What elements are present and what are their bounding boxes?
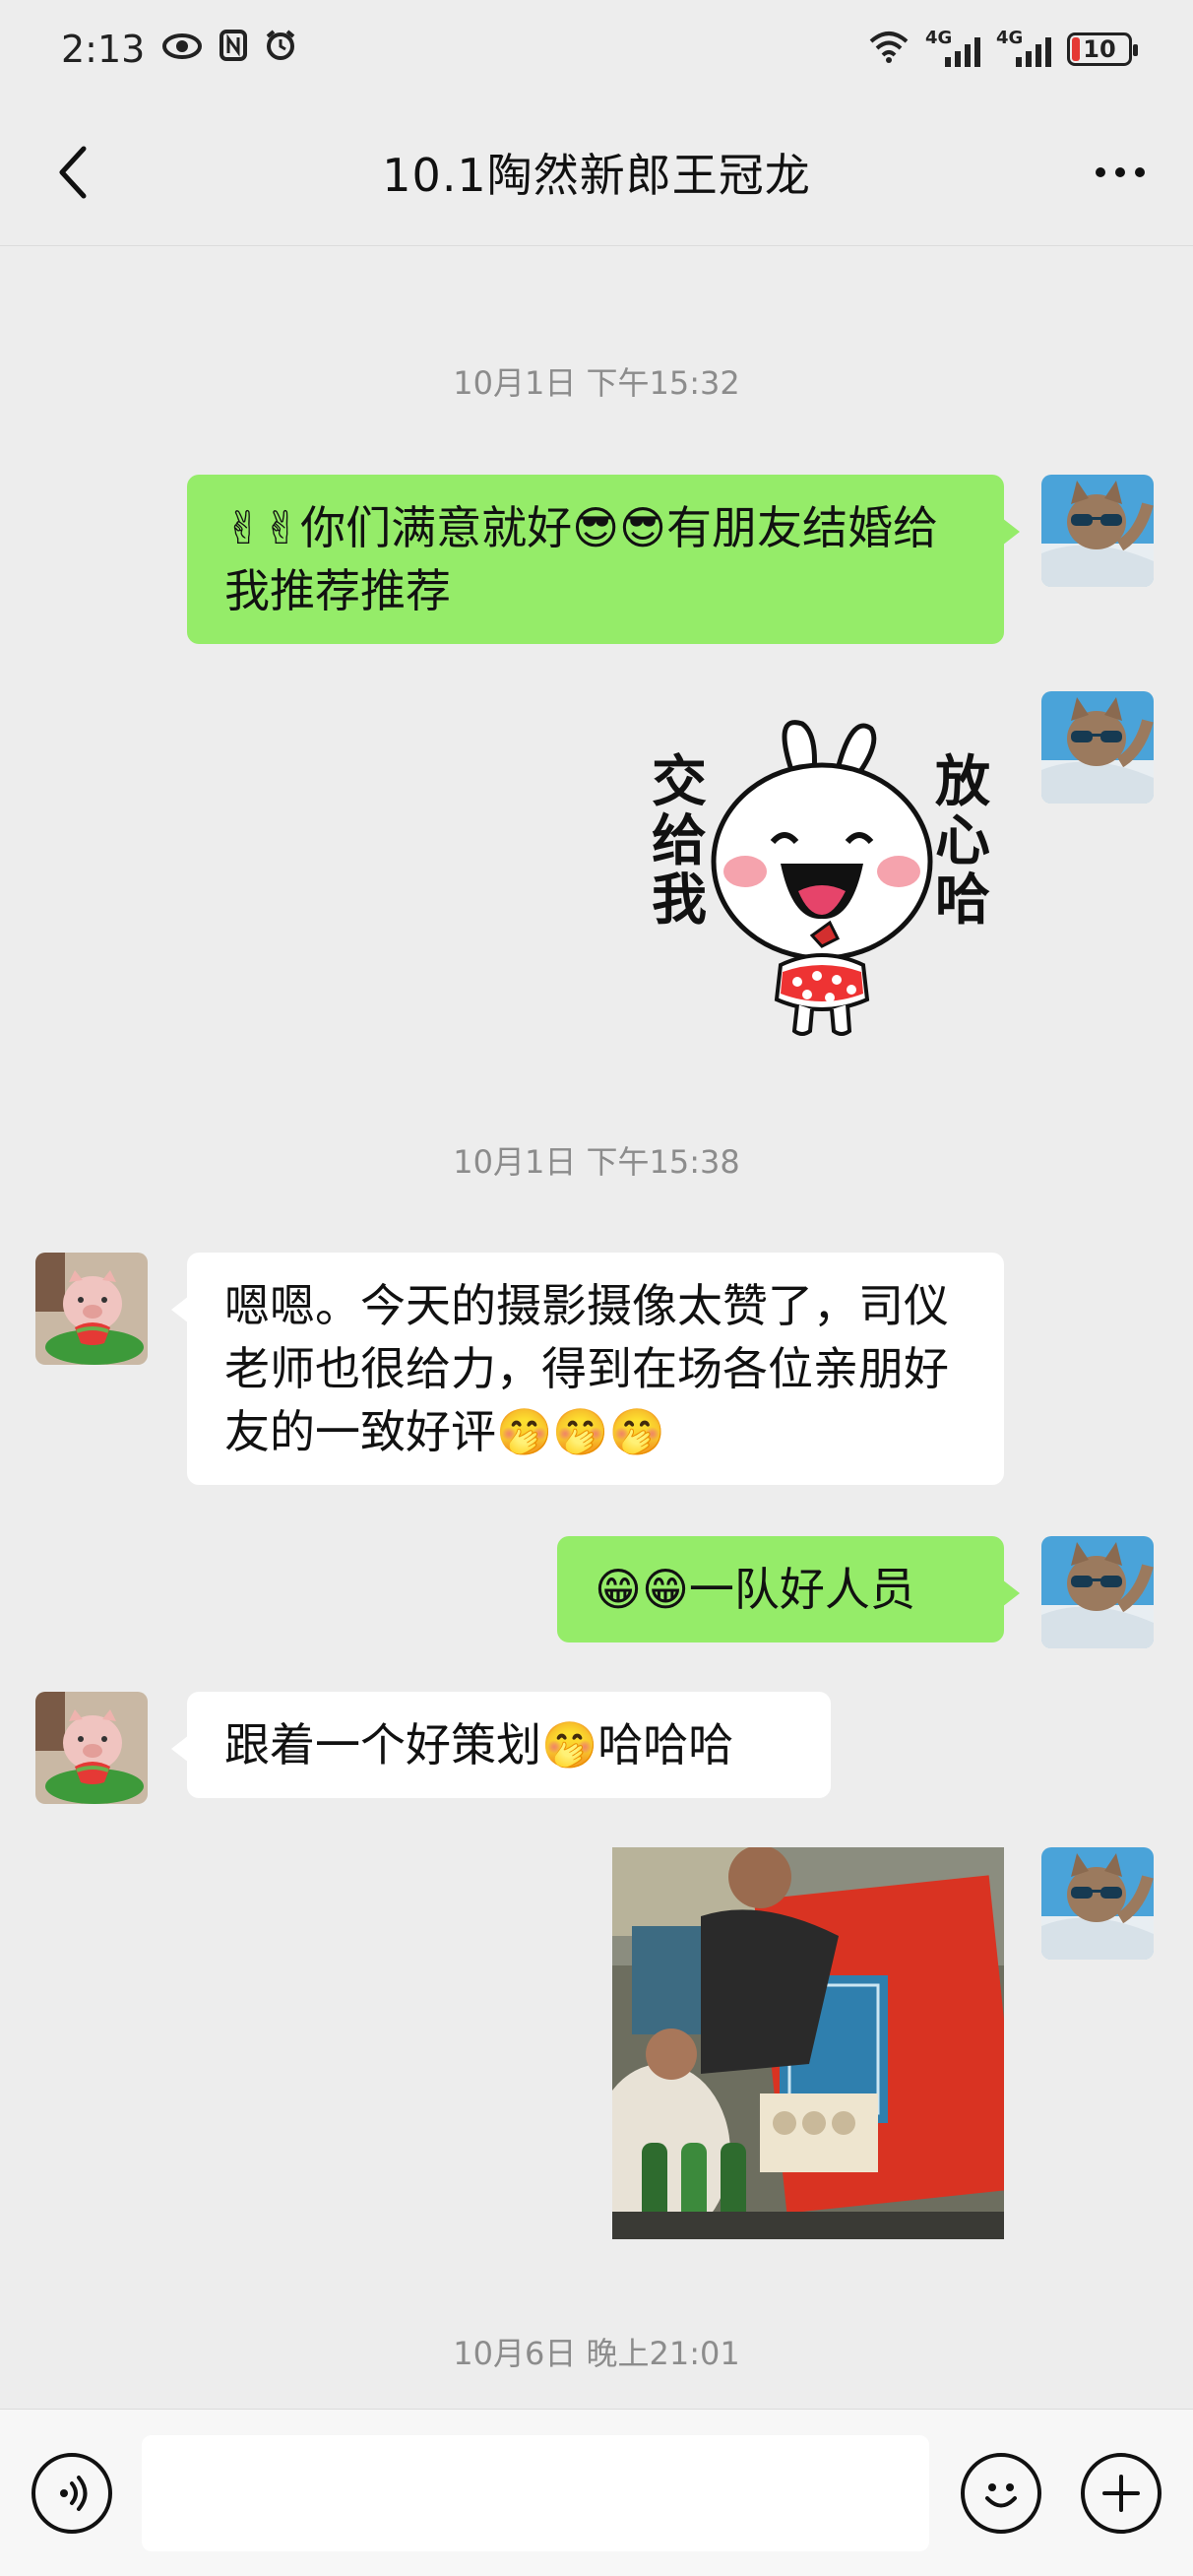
chevron-left-icon xyxy=(59,146,87,199)
signal-icon-2: 4G xyxy=(996,28,1051,67)
voice-icon xyxy=(60,2476,88,2511)
contact-avatar[interactable] xyxy=(35,1692,148,1804)
plus-button[interactable] xyxy=(1081,2453,1162,2534)
message-bubble-sent[interactable]: 😁😁一队好人员 xyxy=(557,1536,1020,1642)
battery-icon: 10 xyxy=(1067,32,1138,66)
chat-title: 10.1陶然新郎王冠龙 xyxy=(382,148,811,202)
my-avatar[interactable] xyxy=(1041,475,1154,587)
sticker-left-text: 交给我 xyxy=(652,750,707,933)
wifi-icon xyxy=(868,30,910,69)
message-input[interactable] xyxy=(142,2435,929,2551)
rabbit-sticker-icon xyxy=(711,720,933,1036)
alarm-icon xyxy=(265,29,296,70)
message-bubble-sent[interactable]: ✌✌你们满意就好😎😎有朋友结婚给我推荐推荐 xyxy=(187,475,1020,644)
status-bar: 2:13 4G 4G 10 xyxy=(0,0,1193,98)
message-bubble-received[interactable]: 嗯嗯。今天的摄影摄像太赞了，司仪老师也很给力，得到在场各位亲朋好友的一致好评🤭🤭… xyxy=(171,1253,1004,1485)
sticker-right-text: 放心哈 xyxy=(935,750,990,933)
emoji-button[interactable] xyxy=(961,2453,1041,2534)
plus-icon xyxy=(1102,2475,1140,2512)
voice-button[interactable] xyxy=(31,2453,112,2534)
back-button[interactable] xyxy=(39,138,108,207)
input-bar xyxy=(0,2409,1193,2576)
emoji-icon xyxy=(985,2483,1017,2508)
status-left: 2:13 xyxy=(61,28,296,71)
timestamp: 10月6日 晚上21:01 xyxy=(453,2335,740,2372)
photo-thumbnail xyxy=(612,1847,1004,2239)
status-time: 2:13 xyxy=(61,28,146,71)
chat-header: 10.1陶然新郎王冠龙 xyxy=(0,98,1193,246)
more-button[interactable] xyxy=(1079,138,1162,207)
timestamp: 10月1日 下午15:32 xyxy=(453,364,740,402)
contact-avatar[interactable] xyxy=(35,1253,148,1365)
my-avatar[interactable] xyxy=(1041,691,1154,804)
message-bubble-received[interactable]: 跟着一个好策划🤭哈哈哈 xyxy=(171,1692,831,1798)
signal-icon: 4G xyxy=(925,28,980,67)
signal-label-2: 4G xyxy=(996,28,1024,48)
sticker-message[interactable]: 交给我 放心哈 xyxy=(630,714,1014,1049)
nfc-icon xyxy=(220,29,248,70)
more-dots-icon xyxy=(1096,167,1105,177)
timestamp: 10月1日 下午15:38 xyxy=(453,1143,740,1181)
battery-level: 10 xyxy=(1083,35,1116,63)
my-avatar[interactable] xyxy=(1041,1847,1154,1960)
eye-icon xyxy=(162,30,203,69)
image-message[interactable] xyxy=(612,1847,1004,2239)
my-avatar[interactable] xyxy=(1041,1536,1154,1648)
signal-label: 4G xyxy=(925,28,953,48)
status-right: 4G 4G 10 xyxy=(868,28,1138,69)
